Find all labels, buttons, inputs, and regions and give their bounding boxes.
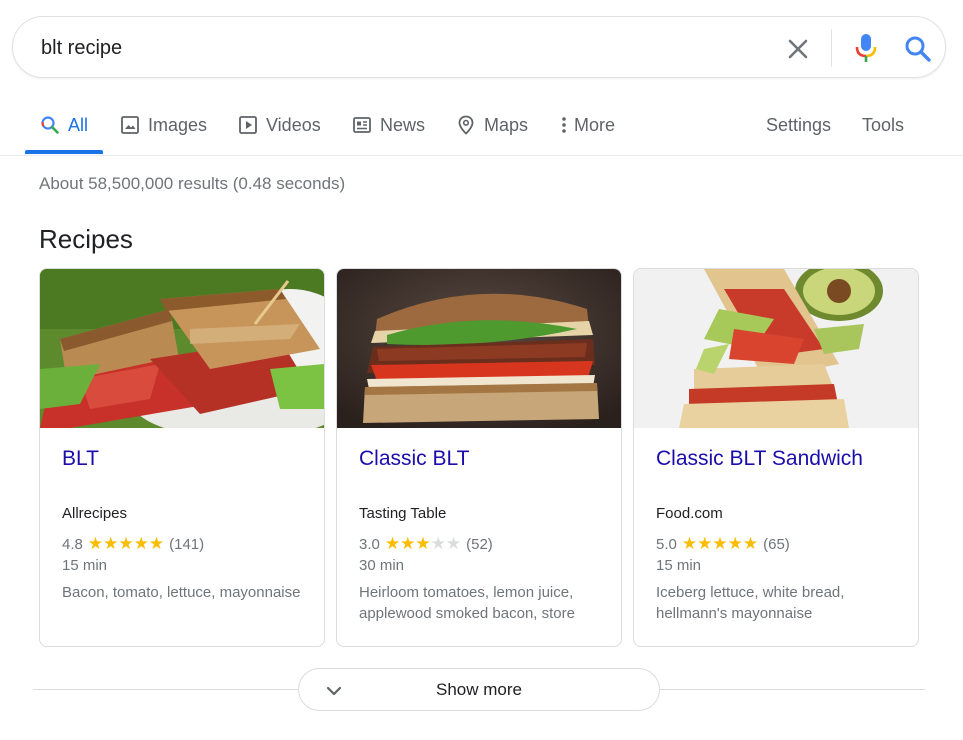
tab-label: Videos bbox=[266, 114, 321, 135]
recipe-ingredients: Iceberg lettuce, white bread, hellmann's… bbox=[656, 584, 845, 622]
tab-label: Images bbox=[148, 114, 208, 135]
newspaper-icon bbox=[352, 115, 372, 135]
star-filled-icon: ★ bbox=[681, 534, 698, 553]
play-icon bbox=[238, 115, 258, 135]
recipe-card[interactable]: Classic BLT Sandwich Food.com 5.0 ★★★★★ … bbox=[633, 268, 919, 647]
section-title: Recipes bbox=[39, 224, 133, 254]
star-filled-icon: ★ bbox=[712, 534, 728, 553]
tabs-divider bbox=[0, 155, 963, 156]
recipe-image bbox=[634, 269, 918, 428]
tools-label: Tools bbox=[862, 114, 905, 135]
settings-link[interactable]: Settings bbox=[766, 96, 831, 154]
recipe-title[interactable]: Classic BLT Sandwich bbox=[656, 447, 863, 471]
image-icon bbox=[120, 115, 140, 135]
recipe-rating: 3.0 ★★★★★ (52) bbox=[359, 535, 493, 553]
show-more-button[interactable]: Show more bbox=[298, 668, 660, 711]
recipe-source: Tasting Table bbox=[359, 505, 447, 522]
recipe-rating: 5.0 ★★★★★ (65) bbox=[656, 535, 790, 553]
tab-images[interactable]: Images bbox=[120, 96, 207, 154]
tab-label: Maps bbox=[484, 114, 529, 135]
review-count: (141) bbox=[169, 535, 205, 553]
recipe-source: Food.com bbox=[656, 505, 723, 522]
star-filled-icon: ★ bbox=[727, 534, 743, 553]
search-tabs: All Images Videos News Maps More Setting… bbox=[0, 96, 963, 156]
recipe-time: 15 min bbox=[62, 557, 108, 574]
map-pin-icon bbox=[456, 115, 476, 135]
tab-label: News bbox=[380, 114, 426, 135]
recipe-source: Allrecipes bbox=[62, 505, 128, 522]
star-filled-icon: ★ bbox=[87, 534, 104, 553]
microphone-icon[interactable] bbox=[851, 31, 881, 65]
rating-value: 4.8 bbox=[62, 535, 83, 553]
star-rating: ★★★★★ bbox=[88, 535, 164, 553]
star-filled-icon: ★ bbox=[697, 534, 713, 553]
result-stats: About 58,500,000 results (0.48 seconds) bbox=[39, 174, 346, 193]
recipe-time: 15 min bbox=[656, 557, 702, 574]
show-more-label: Show more bbox=[436, 680, 522, 699]
active-tab-indicator bbox=[25, 150, 103, 154]
search-input[interactable] bbox=[41, 34, 741, 62]
recipe-title[interactable]: Classic BLT bbox=[359, 447, 469, 471]
tab-news[interactable]: News bbox=[352, 96, 425, 154]
star-empty-icon: ★ bbox=[430, 534, 446, 553]
star-rating: ★★★★★ bbox=[385, 535, 461, 553]
tab-maps[interactable]: Maps bbox=[456, 96, 528, 154]
star-filled-icon: ★ bbox=[384, 534, 401, 553]
star-filled-icon: ★ bbox=[148, 534, 165, 553]
recipe-card[interactable]: Classic BLT Tasting Table 3.0 ★★★★★ (52)… bbox=[336, 268, 622, 647]
recipe-image bbox=[337, 269, 621, 428]
rating-value: 3.0 bbox=[359, 535, 380, 553]
tab-label: All bbox=[68, 114, 89, 135]
tools-link[interactable]: Tools bbox=[862, 96, 904, 154]
star-rating: ★★★★★ bbox=[682, 535, 758, 553]
show-more-divider-left bbox=[33, 689, 299, 690]
star-empty-icon: ★ bbox=[445, 534, 462, 553]
recipe-ingredients: Heirloom tomatoes, lemon juice, applewoo… bbox=[359, 584, 575, 622]
settings-label: Settings bbox=[766, 114, 832, 135]
search-bar-divider bbox=[831, 29, 832, 67]
search-icon[interactable] bbox=[903, 34, 933, 64]
recipe-ingredients: Bacon, tomato, lettuce, mayonnaise bbox=[62, 584, 301, 601]
rating-value: 5.0 bbox=[656, 535, 677, 553]
review-count: (65) bbox=[763, 535, 790, 553]
star-filled-icon: ★ bbox=[400, 534, 416, 553]
tab-label: More bbox=[574, 114, 616, 135]
show-more-divider-right bbox=[659, 689, 925, 690]
tab-all[interactable]: All bbox=[40, 96, 88, 154]
search-icon bbox=[40, 115, 60, 135]
recipe-image bbox=[40, 269, 324, 428]
star-filled-icon: ★ bbox=[742, 534, 759, 553]
recipe-title[interactable]: BLT bbox=[62, 447, 99, 471]
search-bar bbox=[12, 16, 946, 78]
tab-more[interactable]: More bbox=[558, 96, 615, 154]
clear-icon[interactable] bbox=[785, 36, 811, 62]
recipe-time: 30 min bbox=[359, 557, 405, 574]
star-filled-icon: ★ bbox=[133, 534, 149, 553]
review-count: (52) bbox=[466, 535, 493, 553]
recipe-card[interactable]: BLT Allrecipes 4.8 ★★★★★ (141) 15 min Ba… bbox=[39, 268, 325, 647]
more-vert-icon bbox=[558, 115, 570, 135]
tab-videos[interactable]: Videos bbox=[238, 96, 321, 154]
star-filled-icon: ★ bbox=[118, 534, 134, 553]
star-filled-icon: ★ bbox=[103, 534, 119, 553]
recipe-rating: 4.8 ★★★★★ (141) bbox=[62, 535, 204, 553]
star-filled-icon: ★ bbox=[415, 534, 431, 553]
